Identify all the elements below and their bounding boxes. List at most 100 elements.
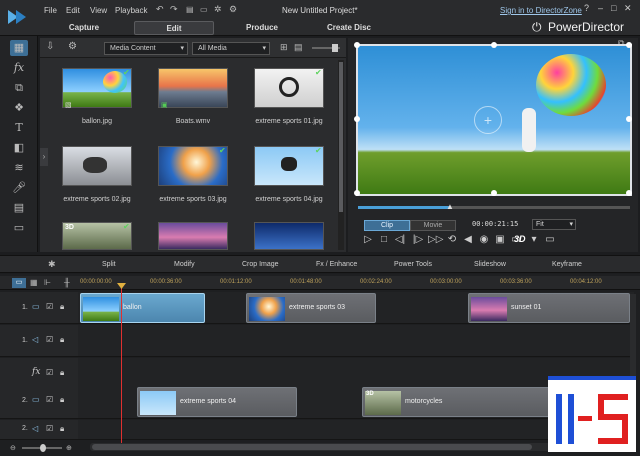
next-frame-icon[interactable]: |▷ (412, 234, 424, 245)
resize-handle[interactable] (626, 190, 632, 196)
resize-handle[interactable] (626, 116, 632, 122)
thumb-boats[interactable] (158, 68, 228, 108)
audio-mixing-room-icon[interactable]: ≋ (10, 160, 28, 176)
resize-handle[interactable] (354, 42, 360, 48)
timeline-ruler[interactable]: ▭ ▦ ⊩ ╫ 00:00:00:00 00:00:36:00 00:01:12… (0, 276, 640, 290)
stop-icon[interactable]: □ (378, 234, 390, 245)
lock-icon[interactable]: 🔒︎ (60, 424, 64, 434)
clip-extreme-sports-04[interactable]: extreme sports 04 (137, 387, 297, 417)
storyboard-view-icon[interactable]: ▦ (30, 278, 38, 287)
scrollbar-thumb[interactable] (339, 62, 343, 212)
lock-icon[interactable]: 🔒︎ (60, 368, 64, 378)
3d-mode-badge[interactable]: 3D (514, 234, 526, 244)
fx-room-icon[interactable]: fx (10, 60, 28, 76)
movie-mode-button[interactable]: Movie (410, 220, 456, 231)
tab-produce[interactable]: Produce (236, 21, 288, 35)
crop-image-button[interactable]: Crop Image (242, 261, 279, 268)
thumb-motorcycles[interactable]: 3D (62, 222, 132, 250)
fast-forward-icon[interactable]: ▷▷ (428, 234, 443, 245)
library-scrollbar[interactable] (338, 60, 344, 250)
undo-icon[interactable]: ↶ (156, 4, 164, 15)
timeline-view-icon[interactable]: ▭ (12, 278, 26, 288)
zoom-in-icon[interactable]: ⊕ (66, 444, 72, 452)
chevron-down-icon[interactable]: ▾ (528, 234, 540, 245)
preview-scrub-bar[interactable]: ▲ (358, 202, 630, 211)
thumb-extreme-sports-04[interactable] (254, 146, 324, 186)
loop-icon[interactable]: ⟲ (446, 234, 458, 245)
scrub-handle-icon[interactable]: ▲ (446, 202, 454, 211)
media-content-select[interactable]: Media Content ▾ (104, 42, 188, 55)
thumb-extreme-sports-03[interactable] (158, 146, 228, 186)
slideshow-button[interactable]: Slideshow (474, 261, 506, 268)
preview-screen[interactable]: + (354, 42, 632, 196)
external-display-icon[interactable]: ▭ (544, 234, 556, 245)
zoom-out-icon[interactable]: ⊖ (10, 444, 16, 452)
track-enable-checkbox[interactable]: ☑ (46, 335, 53, 344)
clip-motorcycles[interactable]: 3D motorcycles (362, 387, 552, 417)
snapshot-icon[interactable]: ◉ (478, 234, 490, 245)
track-enable-checkbox[interactable]: ☑ (46, 302, 53, 311)
sign-in-link[interactable]: Sign in to DirectorZone (500, 6, 582, 15)
particle-room-icon[interactable]: ❖ (10, 100, 28, 116)
title-room-icon[interactable]: T (10, 120, 28, 136)
subtitle-room-icon[interactable]: ▭ (10, 220, 28, 236)
screen-icon[interactable]: ▭ (200, 5, 208, 14)
resize-handle[interactable] (354, 116, 360, 122)
menu-edit[interactable]: Edit (66, 6, 80, 15)
minimize-icon[interactable]: – (598, 3, 603, 13)
marker-icon[interactable]: ╫ (64, 278, 70, 287)
clip-extreme-sports-03[interactable]: extreme sports 03 (246, 293, 376, 323)
crosshair-icon[interactable]: + (474, 106, 502, 134)
track-1-video[interactable]: ballon extreme sports 03 sunset 01 (78, 292, 634, 324)
ruler-snap-icon[interactable]: ⊩ (44, 278, 51, 287)
menu-view[interactable]: View (90, 6, 107, 15)
pip-room-icon[interactable]: ⧉ (10, 80, 28, 96)
lock-icon[interactable]: 🔒︎ (60, 335, 64, 345)
track-enable-checkbox[interactable]: ☑ (46, 368, 53, 377)
thumb-extreme-sports-02[interactable] (62, 146, 132, 186)
tab-capture[interactable]: Capture (58, 21, 110, 35)
fullscreen-icon[interactable]: ▣ (494, 234, 506, 245)
import-media-icon[interactable]: ⇩ (46, 41, 54, 52)
plugin-icon[interactable]: ⚙ (68, 41, 77, 52)
close-icon[interactable]: ✕ (624, 3, 632, 14)
track-1-audio[interactable] (78, 325, 634, 357)
settings-icon[interactable]: ✲ (214, 4, 222, 15)
play-icon[interactable]: ▷ (362, 234, 374, 245)
timecode-display[interactable]: 00:00:21:15 (472, 220, 518, 228)
collapse-panel-icon[interactable]: › (40, 148, 48, 166)
zoom-fit-select[interactable]: Fit ▾ (532, 219, 576, 230)
lock-icon[interactable]: 🔒︎ (60, 302, 64, 312)
fx-enhance-button[interactable]: Fx / Enhance (316, 261, 357, 268)
grid-view-icon[interactable]: ⊞ (280, 42, 288, 53)
thumb-sunset[interactable] (158, 222, 228, 250)
clip-mode-button[interactable]: Clip (364, 220, 410, 231)
gear-icon[interactable]: ⚙ (229, 4, 237, 15)
chapter-room-icon[interactable]: ▤ (10, 200, 28, 216)
keyframe-button[interactable]: Keyframe (552, 261, 582, 268)
thumb-ballon[interactable] (62, 68, 132, 108)
lock-icon[interactable]: 🔒︎ (60, 395, 64, 405)
timeline-zoom-slider[interactable] (22, 444, 62, 452)
list-view-icon[interactable]: ▤ (294, 42, 303, 53)
all-media-select[interactable]: All Media ▾ (192, 42, 270, 55)
modify-button[interactable]: Modify (174, 261, 195, 268)
thumb-extreme-sports-01[interactable] (254, 68, 324, 108)
clip-ballon[interactable]: ballon (80, 293, 205, 323)
clip-sunset-01[interactable]: sunset 01 (468, 293, 630, 323)
scrollbar-thumb[interactable] (92, 444, 532, 450)
voiceover-room-icon[interactable]: 🎤︎ (10, 180, 28, 196)
resize-handle[interactable] (491, 42, 497, 48)
media-room-icon[interactable]: ▦ (10, 40, 28, 56)
folder-icon[interactable]: ▤ (186, 5, 194, 14)
menu-playback[interactable]: Playback (115, 6, 147, 15)
resize-handle[interactable] (354, 190, 360, 196)
slider-handle[interactable] (332, 44, 338, 52)
menu-file[interactable]: File (44, 6, 57, 15)
resize-handle[interactable] (491, 190, 497, 196)
maximize-icon[interactable]: □ (611, 3, 616, 13)
track-enable-checkbox[interactable]: ☑ (46, 395, 53, 404)
power-tools-button[interactable]: Power Tools (394, 261, 432, 268)
previous-frame-icon[interactable]: ◁| (394, 234, 406, 245)
help-icon[interactable]: ? (584, 3, 589, 13)
